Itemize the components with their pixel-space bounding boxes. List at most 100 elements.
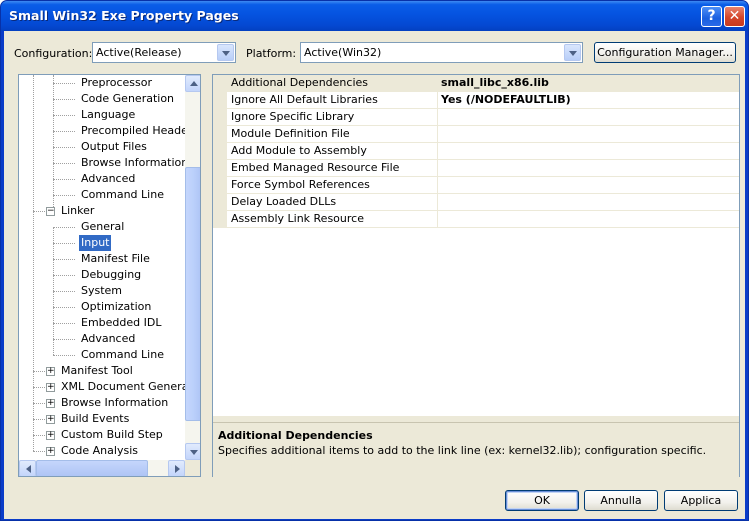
tree-item[interactable]: Manifest File [79,251,152,267]
tree-expander-icon[interactable]: − [46,207,55,216]
column-separator [437,109,438,126]
row-gutter [213,160,227,177]
tree-item[interactable]: Custom Build Step [59,427,165,443]
scroll-up-button[interactable] [185,75,200,92]
row-gutter [213,75,227,92]
apply-button[interactable]: Applica [664,490,738,511]
column-separator [437,177,438,194]
row-gutter [213,194,227,211]
tree-item[interactable]: Optimization [79,299,153,315]
property-row[interactable]: Force Symbol References [213,177,739,194]
property-value[interactable]: small_libc_x86.lib [441,76,549,89]
column-separator [437,194,438,211]
row-gutter [213,109,227,126]
tree-item[interactable]: General [79,219,126,235]
property-row[interactable]: Assembly Link Resource [213,211,739,228]
tree-item[interactable]: Build Events [59,411,131,427]
chevron-down-icon[interactable] [564,44,581,61]
tree-guide [53,227,75,228]
tree-expander-icon[interactable]: + [46,383,55,392]
tree-item[interactable]: Language [79,107,137,123]
dialog-window: Small Win32 Exe Property Pages ? ✕ Confi… [0,0,749,521]
column-separator [437,126,438,143]
tree-item[interactable]: Output Files [79,139,149,155]
tree-guide [53,147,75,148]
property-row[interactable]: Add Module to Assembly [213,143,739,160]
tree-guide [53,115,75,116]
tree-expander-icon[interactable]: + [46,431,55,440]
tree-guide [53,259,75,260]
tree-item[interactable]: Debugging [79,267,143,283]
property-row[interactable]: Ignore All Default Libraries Yes (/NODEFA… [213,92,739,109]
tree-item[interactable]: Browse Information [59,395,170,411]
tree-item[interactable]: Advanced [79,331,137,347]
tree-expander-icon[interactable]: + [46,399,55,408]
tree-item[interactable]: Command Line [79,187,166,203]
tree-item[interactable]: Linker [59,203,96,219]
tree-horizontal-scrollbar[interactable] [19,460,185,476]
tree-guide [53,307,75,308]
property-name: Module Definition File [231,127,350,140]
description-text: Specifies additional items to add to the… [218,444,707,457]
property-grid: Additional Dependencies small_libc_x86.li… [212,74,740,479]
title-bar[interactable]: Small Win32 Exe Property Pages ? ✕ [1,1,748,31]
tree-item[interactable]: Input [79,235,112,251]
tree-item[interactable]: Browse Information [79,155,190,171]
configuration-label: Configuration: [14,47,93,60]
property-row[interactable]: Embed Managed Resource File [213,160,739,177]
tree-vertical-scrollbar[interactable] [185,75,200,460]
property-tree: Preprocessor Code Generation Language Preco… [18,74,201,477]
tree-guide [53,99,75,100]
tree-item[interactable]: Preprocessor [79,75,154,91]
property-row[interactable]: Additional Dependencies small_libc_x86.li… [213,75,739,92]
description-box: Additional Dependencies Specifies additi… [213,422,739,479]
property-row[interactable]: Ignore Specific Library [213,109,739,126]
tree-item[interactable]: Advanced [79,171,137,187]
tree-item[interactable]: Manifest Tool [59,363,135,379]
property-name: Assembly Link Resource [231,212,364,225]
scroll-right-button[interactable] [168,460,185,476]
scroll-thumb[interactable] [185,167,200,421]
configuration-manager-button[interactable]: Configuration Manager... [594,42,736,63]
scroll-down-button[interactable] [185,443,200,460]
tree-item[interactable]: Code Generation [79,91,176,107]
column-separator [437,75,438,92]
property-name: Ignore All Default Libraries [231,93,378,106]
tree-item[interactable]: Command Line [79,347,166,363]
tree-item[interactable]: XML Document Generator [59,379,200,395]
property-value[interactable]: Yes (/NODEFAULTLIB) [441,93,571,106]
tree-guide [53,75,54,211]
help-button[interactable]: ? [701,6,722,27]
column-separator [437,92,438,109]
tree-expander-icon[interactable]: + [46,447,55,456]
configuration-combo[interactable]: Active(Release) [92,42,236,63]
property-row[interactable]: Delay Loaded DLLs [213,194,739,211]
horizontal-scroll-thumb[interactable] [36,460,148,476]
property-name: Additional Dependencies [231,76,369,89]
tree-item[interactable]: Embedded IDL [79,315,163,331]
window-title: Small Win32 Exe Property Pages [9,8,239,23]
scroll-left-button[interactable] [19,460,36,476]
tree-guide [53,339,75,340]
ok-button[interactable]: OK [505,490,579,511]
tree-item[interactable]: System [79,283,124,299]
tree-expander-icon[interactable]: + [46,367,55,376]
platform-combo[interactable]: Active(Win32) [300,42,583,63]
tree-expander-icon[interactable]: + [46,415,55,424]
platform-label: Platform: [246,47,297,60]
property-name: Delay Loaded DLLs [231,195,337,208]
chevron-down-icon[interactable] [217,44,234,61]
property-row[interactable]: Module Definition File [213,126,739,143]
property-name: Force Symbol References [231,178,370,191]
cancel-button[interactable]: Annulla [584,490,658,511]
close-button[interactable]: ✕ [724,6,745,27]
configuration-value: Active(Release) [96,46,182,59]
tree-item[interactable]: Code Analysis [59,443,140,459]
tree-guide [33,75,34,451]
tree-guide [53,291,75,292]
scroll-corner [185,460,200,476]
row-gutter [213,211,227,228]
description-panel: Additional Dependencies Specifies additi… [213,416,739,479]
tree-item[interactable]: Precompiled Headers [79,123,200,139]
dialog-client: Configuration: Active(Release) Platform:… [4,31,745,519]
